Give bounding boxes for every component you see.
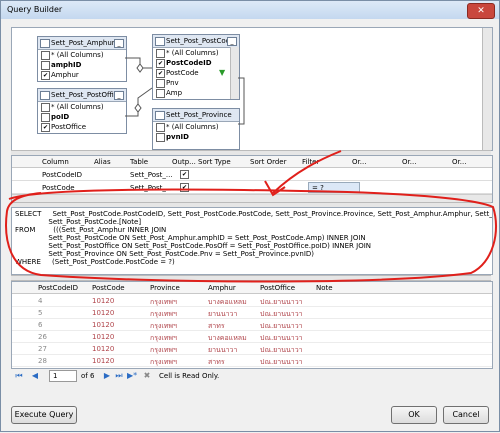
result-cell[interactable]: กรุงเทพฯ [150,357,177,368]
criteria-row[interactable]: PostCodeID Sett_Post_... ✔ [12,168,492,181]
result-cell[interactable]: สาทร [208,357,225,368]
sql-pane[interactable]: SELECT Sett_Post_PostCode.PostCodeID, Se… [11,207,493,275]
first-record-icon[interactable]: ⏮ [15,371,23,380]
next-record-icon[interactable]: ▶ [103,371,111,380]
header-output: Outp... [172,158,196,166]
criteria-grid[interactable]: Column Alias Table Outp... Sort Type Sor… [11,155,493,203]
header-postcode: PostCode [92,284,125,292]
result-row[interactable]: 28 10120 กรุงเทพฯ สาทร ปณ.ยานนาวา [12,354,492,367]
header-note: Note [316,284,333,292]
join-lines [125,57,245,125]
page-count: of 6 [81,372,95,380]
criteria-row[interactable]: PostCode Sett_Post_... ✔ = ? [12,181,492,194]
result-cell[interactable]: 5 [38,309,42,317]
sql-line: Sett_Post_PostCode ON Sett_Post_Amphur.a… [15,234,366,242]
new-record-icon[interactable]: ▶* [127,371,137,380]
execute-query-button[interactable]: Execute Query [11,406,77,424]
result-cell[interactable]: 28 [38,357,47,365]
window-title: Query Builder [7,5,63,14]
results-header: PostCodeID PostCode Province Amphur Post… [12,282,492,294]
query-builder-window: Query Builder ✕ Sett_Post_Amphur _ * (Al… [0,0,500,432]
page-value: 1 [53,372,58,380]
criteria-horizontal-scrollbar[interactable] [12,194,492,202]
last-record-icon[interactable]: ⏭ [115,371,123,380]
header-sort-order: Sort Order [250,158,287,166]
header-amphur: Amphur [208,284,236,292]
header-sort-type: Sort Type [198,158,231,166]
ok-button[interactable]: OK [391,406,437,424]
cell-table[interactable]: Sett_Post_... [130,171,173,179]
close-button[interactable]: ✕ [467,3,495,19]
cell-column[interactable]: PostCode [42,184,75,192]
header-column: Column [42,158,69,166]
cell-column[interactable]: PostCodeID [42,171,82,179]
header-postcodeid: PostCodeID [38,284,79,292]
filter-value: = ? [312,184,324,192]
result-cell[interactable]: 26 [38,333,47,341]
cell-table[interactable]: Sett_Post_... [130,184,173,192]
header-postoffice: PostOffice [260,284,296,292]
header-table: Table [130,158,149,166]
sql-line: Sett_Post_PostOffice ON Sett_Post_PostCo… [15,242,372,250]
stop-icon[interactable]: ✖ [143,371,151,380]
record-navigator: ⏮ ◀ 1 of 6 ▶ ⏭ ▶* ✖ Cell is Read Only. [11,369,491,383]
header-or-1: Or... [352,158,367,166]
result-cell[interactable]: 10120 [92,321,114,329]
result-cell[interactable]: 27 [38,345,47,353]
title-bar: Query Builder ✕ [1,1,499,19]
cancel-button[interactable]: Cancel [443,406,489,424]
sql-line: FROM (((Sett_Post_Amphur INNER JOIN [15,226,167,234]
results-grid[interactable]: PostCodeID PostCode Province Amphur Post… [11,281,493,369]
result-cell[interactable]: 10120 [92,333,114,341]
sql-line: Sett_Post_PostCode.[Note] [15,218,142,226]
filter-cell[interactable]: = ? [308,182,360,193]
result-cell[interactable]: 10120 [92,309,114,317]
previous-record-icon[interactable]: ◀ [31,371,39,380]
header-or-2: Or... [402,158,417,166]
result-cell[interactable]: 10120 [92,357,114,365]
result-cell[interactable]: 10120 [92,345,114,353]
diagram-pane[interactable]: Sett_Post_Amphur _ * (All Columns) amphI… [11,27,493,151]
header-filter: Filter [302,158,320,166]
criteria-header: Column Alias Table Outp... Sort Type Sor… [12,156,492,168]
result-cell[interactable]: 4 [38,297,42,305]
result-cell[interactable]: 6 [38,321,42,329]
page-input[interactable]: 1 [49,370,77,382]
header-or-3: Or... [452,158,467,166]
output-checkbox-checked[interactable]: ✔ [180,170,189,179]
status-text: Cell is Read Only. [159,372,220,380]
result-cell[interactable]: 10120 [92,297,114,305]
sql-line: SELECT Sett_Post_PostCode.PostCodeID, Se… [15,210,493,218]
output-checkbox-checked[interactable]: ✔ [180,183,189,192]
result-cell[interactable]: ปณ.ยานนาวา [260,357,303,368]
header-province: Province [150,284,180,292]
header-alias: Alias [94,158,111,166]
sql-line: Sett_Post_Province ON Sett_Post_PostCode… [15,250,315,258]
sql-line: WHERE (Sett_Post_PostCode.PostCode = ?) [15,258,175,266]
diagram-vertical-scrollbar[interactable] [482,28,492,150]
